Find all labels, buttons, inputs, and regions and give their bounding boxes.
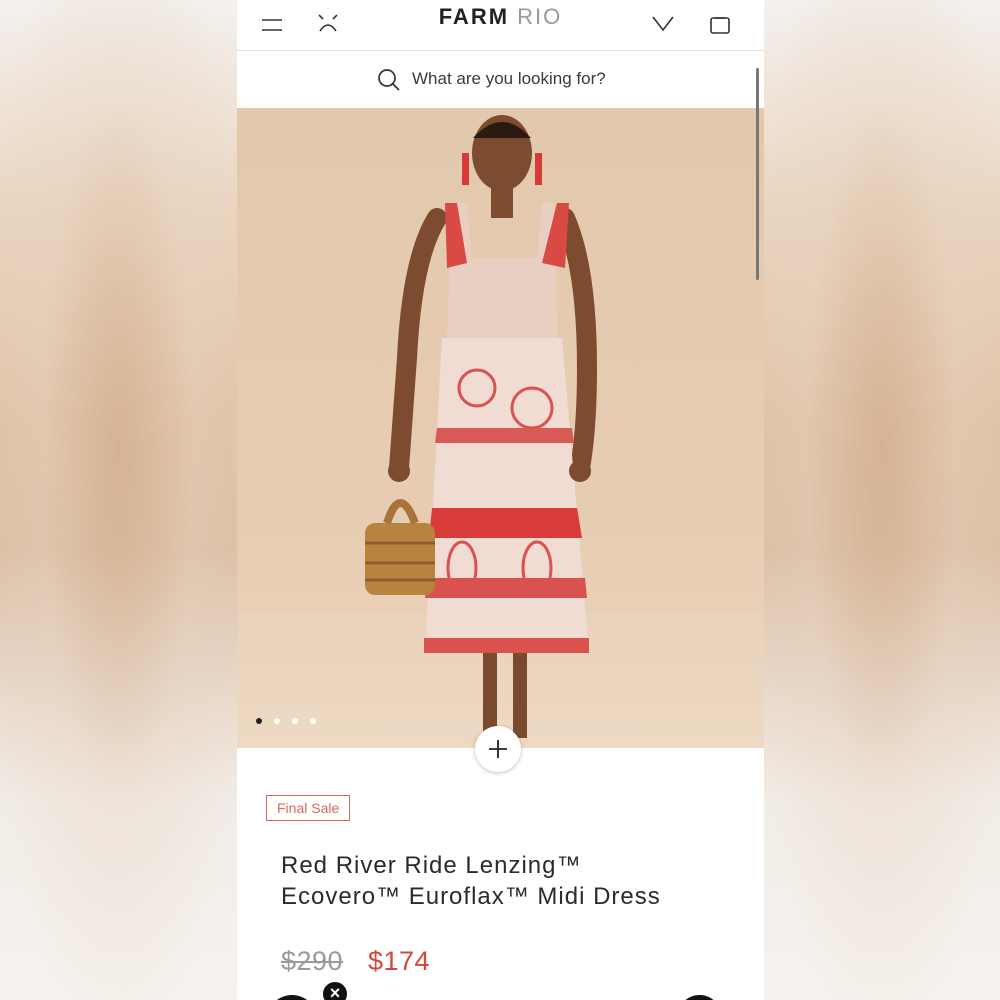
zoom-button[interactable] [475, 726, 521, 772]
brand-logo-part1: FARM [438, 4, 510, 29]
background-blur-left [0, 0, 237, 1000]
close-icon[interactable]: × [321, 980, 349, 1000]
product-title: Red River Ride Lenzing™ Ecovero™ Eurofla… [281, 850, 741, 912]
gallery-dot[interactable] [256, 718, 262, 724]
product-title-line2: Ecovero™ Euroflax™ Midi Dress [281, 883, 661, 910]
search-input[interactable]: What are you looking for? [412, 69, 606, 89]
scrollbar[interactable] [756, 68, 759, 280]
phone-screen: FARM RIO What are you looking for? Final… [237, 0, 764, 1000]
background-blur-right [764, 0, 1000, 1000]
floating-action-button[interactable] [677, 995, 722, 1000]
final-sale-badge: Final Sale [266, 795, 351, 821]
chat-button[interactable] [267, 995, 317, 1000]
shopping-bag-icon[interactable] [709, 15, 731, 35]
brand-logo-part2: RIO [517, 4, 563, 29]
product-title-line1: Red River Ride Lenzing™ [281, 852, 582, 879]
product-photo [365, 115, 598, 738]
product-image-gallery[interactable] [237, 108, 764, 748]
gallery-dot[interactable] [292, 718, 298, 724]
sale-price: $174 [368, 946, 431, 976]
original-price: $290 [281, 946, 344, 976]
plus-icon [489, 740, 507, 758]
gallery-dot[interactable] [274, 718, 280, 724]
search-icon[interactable] [377, 68, 401, 92]
gallery-dot[interactable] [310, 718, 316, 724]
wishlist-icon[interactable] [651, 15, 675, 33]
brand-logo[interactable]: FARM RIO [237, 6, 764, 28]
search-bar[interactable]: What are you looking for? [237, 51, 764, 108]
top-navigation-bar: FARM RIO [237, 0, 764, 51]
